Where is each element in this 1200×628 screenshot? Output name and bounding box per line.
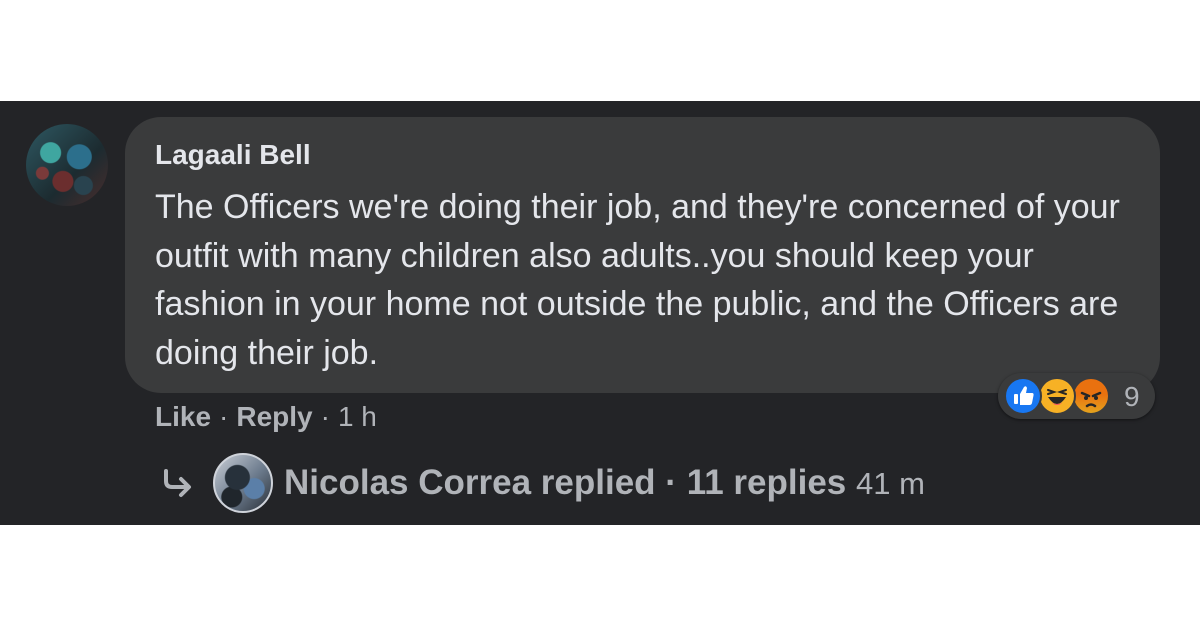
replied-verb: replied (540, 463, 656, 502)
separator-dot: · (219, 401, 229, 432)
comment-actions: Like · Reply · 1 h (155, 401, 377, 433)
replies-count: 11 replies (686, 463, 847, 502)
comment-panel: Lagaali Bell The Officers we're doing th… (0, 101, 1200, 525)
commenter-avatar[interactable] (26, 124, 108, 206)
reply-button[interactable]: Reply (236, 401, 312, 432)
separator-dot: · (665, 463, 677, 502)
replier-avatar (213, 453, 273, 513)
comment-author[interactable]: Lagaali Bell (155, 139, 311, 171)
reaction-count: 9 (1124, 381, 1140, 412)
reply-summary-text[interactable]: Nicolas Correa replied · 11 replies 41 m (284, 463, 925, 503)
replier-name: Nicolas Correa (284, 463, 532, 502)
comment-timestamp[interactable]: 1 h (338, 401, 377, 432)
reply-arrow-icon (164, 469, 191, 497)
comment-bubble: Lagaali Bell The Officers we're doing th… (125, 117, 1160, 393)
like-button[interactable]: Like (155, 401, 211, 432)
separator-dot: · (320, 401, 330, 432)
haha-icon (1038, 377, 1076, 415)
like-icon (1004, 377, 1042, 415)
angry-icon (1072, 377, 1110, 415)
reply-timestamp: 41 m (856, 466, 925, 501)
comment-text: The Officers we're doing their job, and … (155, 188, 1120, 372)
reaction-summary[interactable]: 9 (998, 373, 1155, 419)
